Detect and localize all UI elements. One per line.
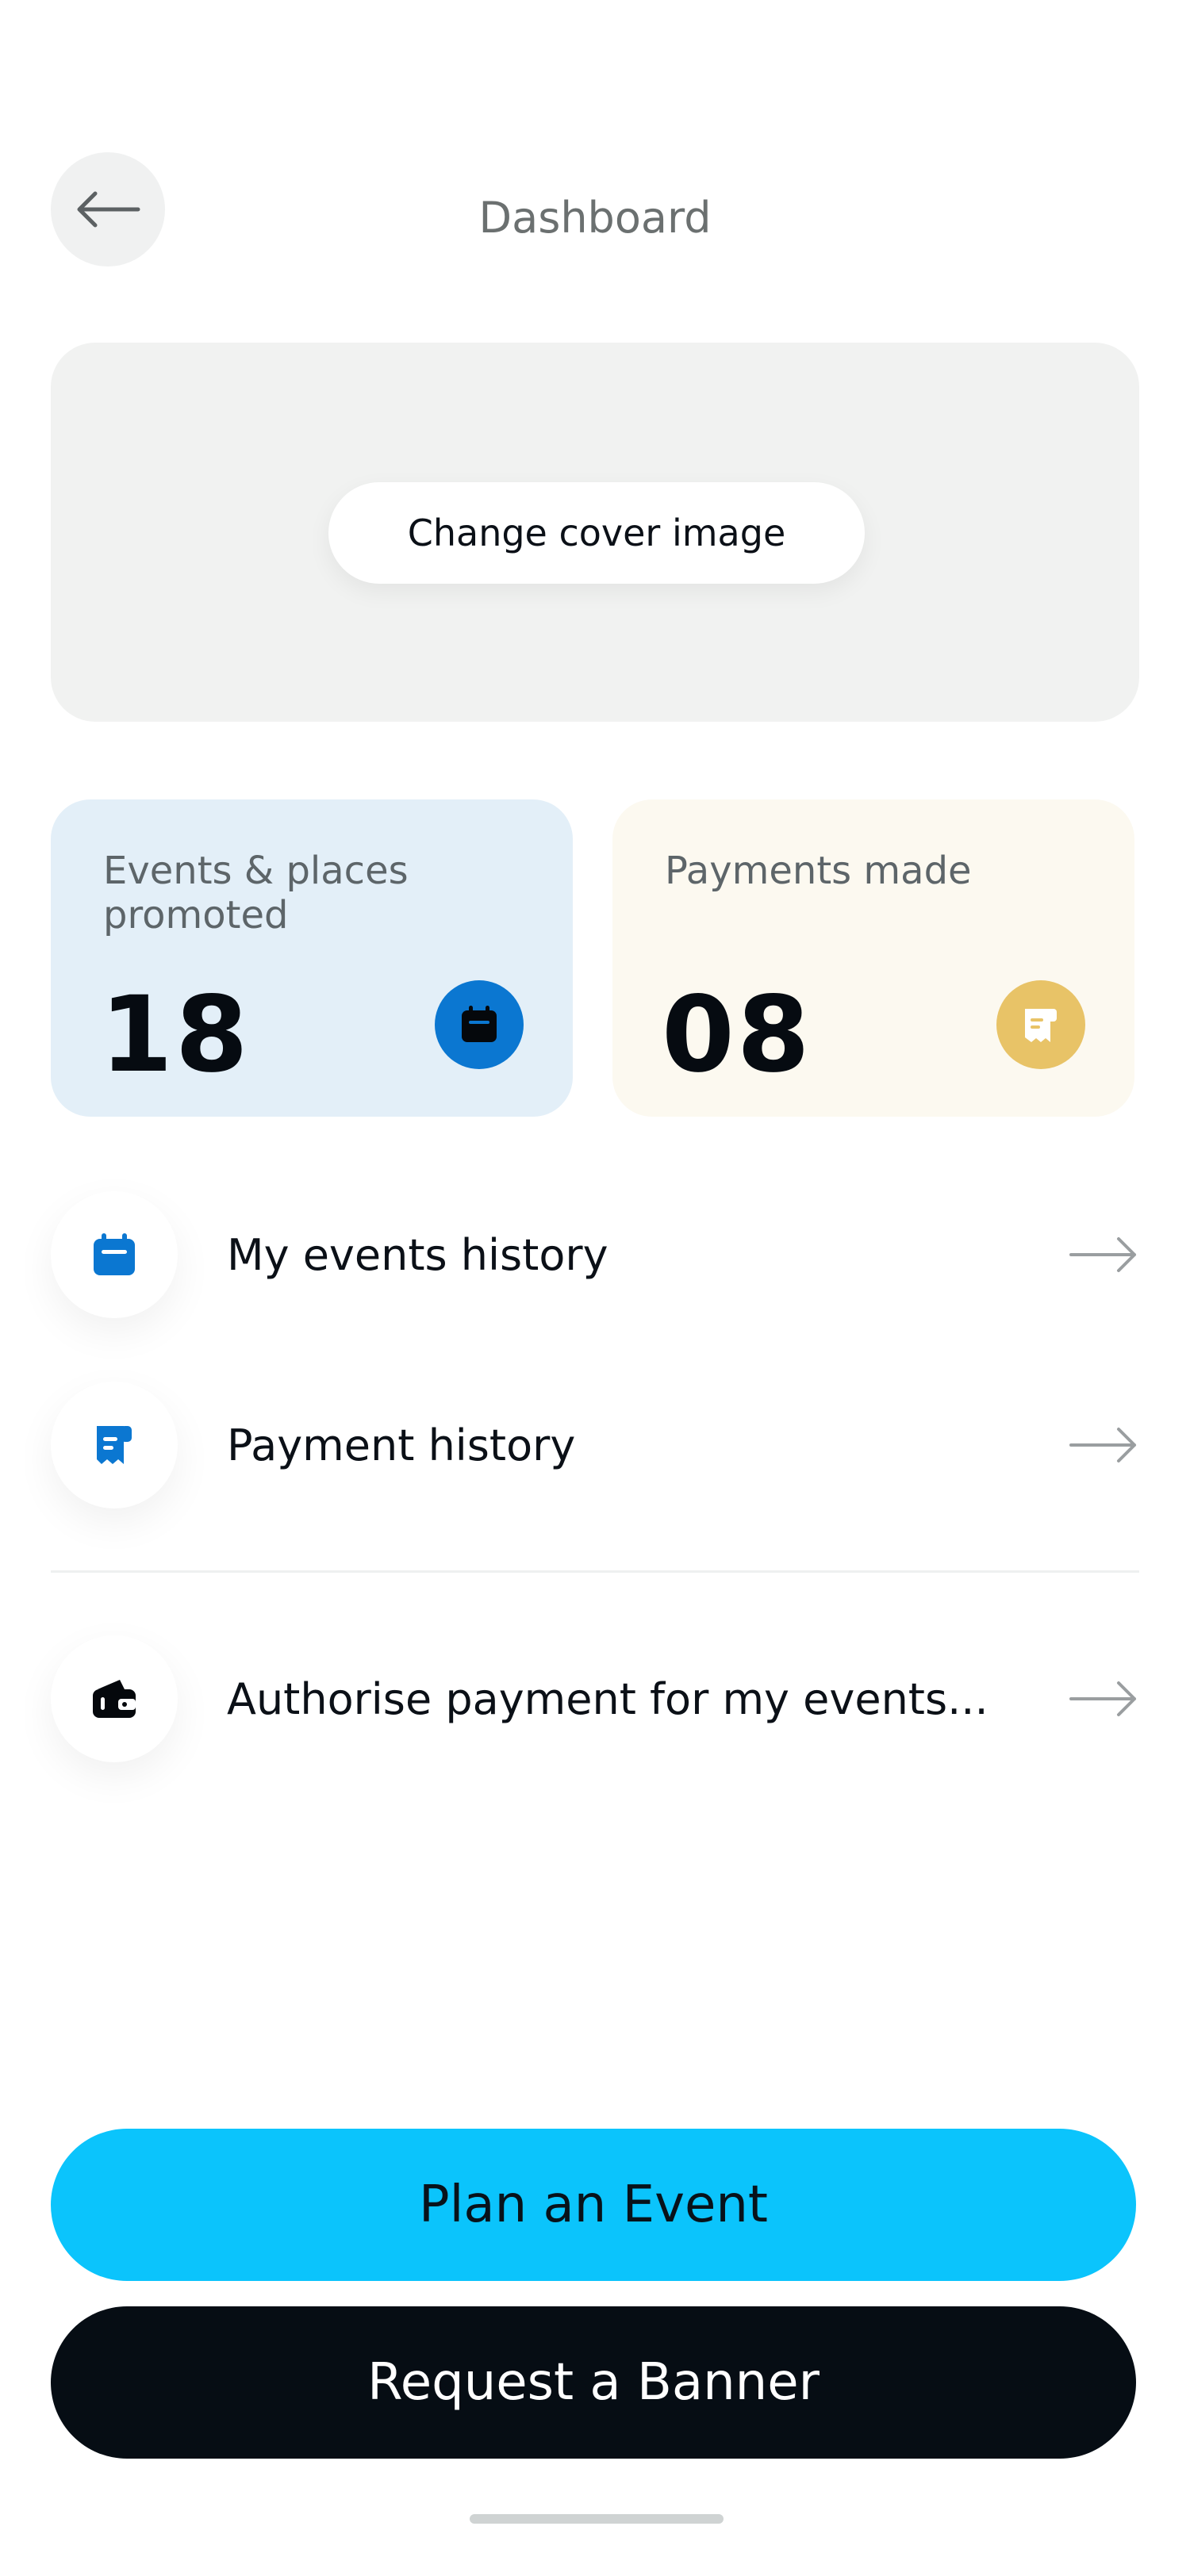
menu-item-events-history[interactable]: My events history xyxy=(51,1190,1139,1320)
wallet-icon xyxy=(51,1635,178,1762)
stat-label: Events & places promoted xyxy=(103,849,409,937)
page-title: Dashboard xyxy=(478,193,712,243)
receipt-icon xyxy=(996,980,1085,1069)
arrow-right-icon xyxy=(1069,1428,1136,1462)
menu-item-label: Payment history xyxy=(227,1420,576,1470)
arrow-right-icon xyxy=(1069,1237,1136,1272)
calendar-icon xyxy=(435,980,524,1069)
stat-label: Payments made xyxy=(665,849,972,893)
change-cover-image-button[interactable]: Change cover image xyxy=(328,482,865,584)
receipt-icon xyxy=(51,1382,178,1508)
stat-card-events-promoted: Events & places promoted 18 xyxy=(51,799,573,1117)
stat-value: 18 xyxy=(100,974,251,1096)
stat-value: 08 xyxy=(662,974,812,1096)
divider xyxy=(51,1570,1139,1573)
calendar-icon xyxy=(51,1191,178,1318)
menu-item-authorise-payment[interactable]: Authorise payment for my events... xyxy=(51,1634,1139,1764)
menu-item-label: Authorise payment for my events... xyxy=(227,1673,988,1724)
plan-event-button[interactable]: Plan an Event xyxy=(51,2129,1136,2281)
menu-item-label: My events history xyxy=(227,1229,608,1280)
arrow-right-icon xyxy=(1069,1681,1136,1716)
home-indicator xyxy=(470,2514,724,2524)
stat-card-payments-made: Payments made 08 xyxy=(612,799,1134,1117)
menu-item-payment-history[interactable]: Payment history xyxy=(51,1380,1139,1510)
request-banner-button[interactable]: Request a Banner xyxy=(51,2306,1136,2459)
